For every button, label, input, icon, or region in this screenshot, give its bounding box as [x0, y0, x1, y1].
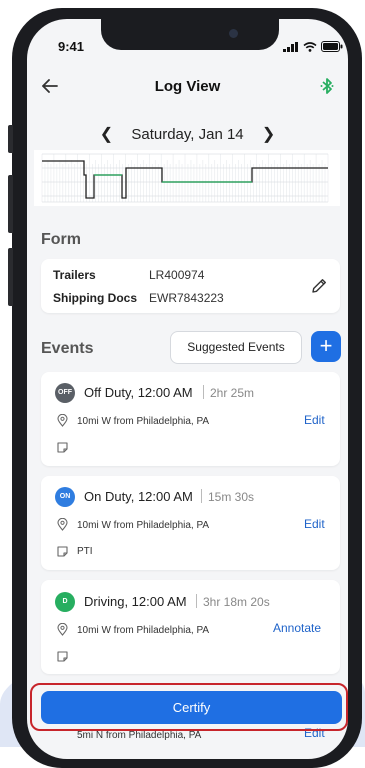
- bluetooth-icon[interactable]: [320, 77, 334, 95]
- phone-notch: [101, 19, 279, 50]
- page-title: Log View: [154, 78, 221, 95]
- date-navigator: ❮ Saturday, Jan 14 ❯: [27, 124, 348, 144]
- form-section-title: Form: [41, 231, 81, 248]
- location-pin-icon: [57, 414, 68, 427]
- duty-status-graph: [34, 150, 340, 206]
- event-title: On Duty, 12:00 AM: [84, 489, 193, 504]
- location-pin-icon: [57, 518, 68, 531]
- event-annotate-link[interactable]: Annotate: [273, 621, 321, 635]
- event-location: 10mi W from Philadelphia, PA: [77, 416, 210, 427]
- form-card: Trailers LR400974 Shipping Docs EWR78432…: [41, 259, 340, 313]
- event-status-badge: OFF: [55, 383, 75, 403]
- shipping-docs-value: EWR7843223: [149, 291, 224, 305]
- note-icon[interactable]: [57, 546, 68, 557]
- event-title: Driving, 12:00 AM: [84, 594, 187, 609]
- current-date: Saturday, Jan 14: [131, 126, 244, 143]
- event-location: 5mi N from Philadelphia, PA: [77, 730, 202, 741]
- phone-volume-down: [8, 248, 13, 306]
- add-event-button[interactable]: +: [311, 331, 341, 362]
- camera-icon: [229, 29, 238, 38]
- shipping-docs-label: Shipping Docs: [53, 291, 137, 305]
- event-edit-link[interactable]: Edit: [304, 413, 325, 427]
- status-time: 9:41: [58, 39, 85, 54]
- app-screen: 9:41 Log View ❮ Saturday, Jan 14 ❯ Form …: [27, 19, 348, 759]
- suggested-events-button[interactable]: Suggested Events: [170, 331, 302, 364]
- phone-volume-up: [8, 175, 13, 233]
- battery-icon: [321, 41, 343, 52]
- divider: [196, 594, 197, 608]
- trailers-label: Trailers: [53, 268, 96, 282]
- event-card: ON On Duty, 12:00 AM 15m 30s 10mi W from…: [41, 476, 340, 570]
- edit-pencil-icon[interactable]: [311, 277, 328, 294]
- event-status-badge: ON: [55, 487, 75, 507]
- divider: [201, 489, 202, 503]
- event-card: D Driving, 12:00 AM 3hr 18m 20s 10mi W f…: [41, 580, 340, 674]
- certify-button[interactable]: Certify: [41, 691, 342, 724]
- location-pin-icon: [57, 623, 68, 636]
- chevron-right-icon[interactable]: ❯: [248, 126, 289, 143]
- event-card: OFF Off Duty, 12:00 AM 2hr 25m 10mi W fr…: [41, 372, 340, 466]
- event-status-badge: D: [55, 592, 75, 612]
- event-title: Off Duty, 12:00 AM: [84, 385, 193, 400]
- event-location: 10mi W from Philadelphia, PA: [77, 520, 210, 531]
- note-icon[interactable]: [57, 442, 68, 453]
- chevron-left-icon[interactable]: ❮: [86, 126, 127, 143]
- signal-icon: [283, 41, 298, 52]
- note-icon[interactable]: [57, 651, 68, 662]
- event-location: 10mi W from Philadelphia, PA: [77, 625, 210, 636]
- event-duration: 2hr 25m: [210, 386, 255, 400]
- events-section-title: Events: [41, 340, 94, 357]
- phone-silent-switch: [8, 125, 13, 153]
- status-icons: [283, 41, 343, 52]
- divider: [203, 385, 204, 399]
- trailers-value: LR400974: [149, 268, 205, 282]
- event-duration: 3hr 18m 20s: [203, 595, 270, 609]
- event-edit-link[interactable]: Edit: [304, 517, 325, 531]
- event-duration: 15m 30s: [208, 490, 255, 504]
- event-note: PTI: [77, 546, 93, 557]
- wifi-icon: [303, 41, 317, 52]
- top-bar: Log View: [27, 69, 348, 109]
